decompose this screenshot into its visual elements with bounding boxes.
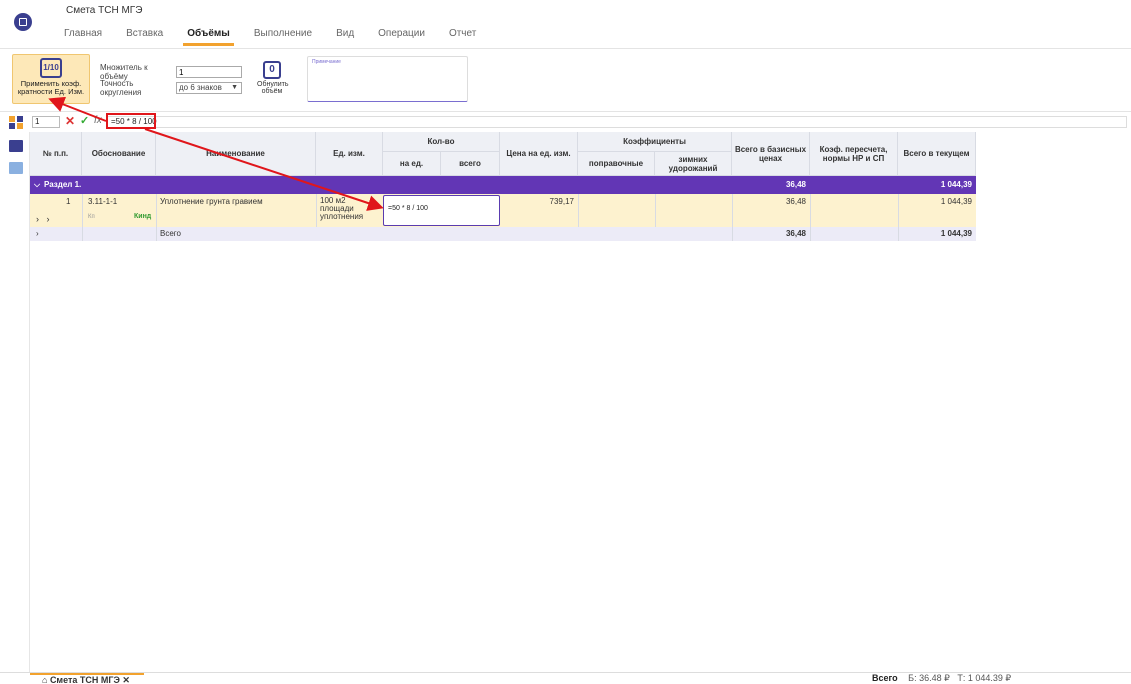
row-number: 1 [66,197,71,206]
close-icon[interactable]: ✕ [120,675,130,684]
header-coef-winter[interactable]: зимних удорожаний [655,152,732,176]
ribbon-panel: 1/10 Применить коэф. кратности Ед. Изм. … [0,48,1131,112]
row-unit: 100 м2 площади уплотнения [320,196,364,221]
header-base-total[interactable]: Всего в базисных ценах [732,132,810,176]
confirm-icon[interactable]: ✓ [80,114,89,127]
cancel-icon[interactable]: ✕ [65,114,75,128]
section-current-total: 1 044,39 [940,180,972,189]
header-current-total[interactable]: Всего в текущем [898,132,976,176]
chevron-down-icon[interactable]: ⌵ [34,176,40,194]
header-coef-correction[interactable]: поправочные [578,152,655,176]
formula-bar: 1 ✕ ✓ fx =50 * 8 / 100 [0,114,1131,130]
estimate-structure-icon[interactable] [9,140,23,152]
apply-unit-coef-button[interactable]: 1/10 Применить коэф. кратности Ед. Изм. [12,54,90,104]
fx-icon[interactable]: fx [94,115,102,126]
header-name[interactable]: Наименование [156,132,316,176]
tab-execution[interactable]: Выполнение [246,22,320,46]
header-recalc-coef[interactable]: Коэф. пересчета, нормы НР и СП [810,132,898,176]
row-price: 739,17 [549,197,574,206]
apply-unit-coef-label: Применить коэф. кратности Ед. Изм. [17,79,85,96]
reset-volume-button[interactable]: 0 Обнулить объём [257,61,289,101]
tab-insert[interactable]: Вставка [118,22,171,46]
table-view-icon[interactable] [9,162,23,174]
total-current: 1 044,39 [940,229,972,238]
multiplier-input[interactable] [176,66,242,78]
total-base: 36,48 [785,229,806,238]
tab-view[interactable]: Вид [328,22,362,46]
home-icon: ⌂ [42,675,50,684]
zero-icon: 0 [263,61,281,79]
kn-badge: Кп [88,214,95,220]
tab-volumes[interactable]: Объёмы [179,22,238,46]
qty-cell-editor[interactable]: =50 * 8 / 100 [383,195,500,226]
total-label: Всего [160,229,181,238]
status-bar: ⌂ Смета ТСН МГЭ ✕ Всего Б: 36.48 ₽ Т: 1 … [0,672,1131,684]
header-qty-total[interactable]: всего [441,152,500,176]
header-qty[interactable]: Кол-во [383,132,500,152]
section-row[interactable]: ⌵ Раздел 1. 36,48 1 044,39 [30,176,976,194]
row-name: Уплотнение грунта гравием [160,197,263,206]
formula-input[interactable]: =50 * 8 / 100 [107,116,1127,128]
ribbon-tabs: Главная Вставка Объёмы Выполнение Вид Оп… [56,22,492,46]
row-current-total: 1 044,39 [940,197,972,206]
tab-home[interactable]: Главная [56,22,110,46]
expand-chevron-icon[interactable]: › › [36,214,50,224]
header-basis[interactable]: Обоснование [82,132,156,176]
rounding-row: Точность округления до 6 знаков ▼ [100,79,242,97]
chevron-down-icon: ▼ [231,84,238,91]
section-base-total: 36,48 [785,180,806,189]
header-num[interactable]: № п.п. [30,132,82,176]
header-price[interactable]: Цена на ед. изм. [500,132,578,176]
section-label: Раздел 1. [44,180,82,189]
reset-volume-label: Обнулить объём [257,81,289,95]
status-current-total: Т: 1 044.39 ₽ [957,673,1012,683]
cell-reference[interactable]: 1 [32,116,60,128]
status-label: Всего [872,673,898,683]
document-tab-label: Смета ТСН МГЭ [49,675,120,684]
left-toolbar [0,132,30,672]
rounding-label: Точность округления [100,79,142,97]
rounding-value: до 6 знаков [179,83,222,92]
formula-highlight-box [106,113,156,129]
rounding-select[interactable]: до 6 знаков ▼ [176,82,242,94]
tab-report[interactable]: Отчет [441,22,484,46]
status-totals: Всего Б: 36.48 ₽ Т: 1 044.39 ₽ [872,673,1011,684]
row-base-total: 36,48 [785,197,806,206]
document-tab[interactable]: ⌂ Смета ТСН МГЭ ✕ [30,673,144,684]
row-code: 3.11-1-1 [88,197,118,206]
title-bar: Смета ТСН МГЭ Главная Вставка Объёмы Вып… [0,0,1131,48]
grid-tools-icon[interactable] [9,116,23,129]
note-field[interactable]: Примечание [307,56,468,102]
expand-chevron-icon[interactable]: › [36,229,39,238]
tab-operations[interactable]: Операции [370,22,433,46]
total-row[interactable]: › Всего 36,48 1 044,39 [30,227,976,241]
header-qty-per-unit[interactable]: на ед. [383,152,441,176]
estimate-table: № п.п. Обоснование Наименование Ед. изм.… [30,132,1127,672]
table-row[interactable]: 1 › › 3.11-1-1 Кп Кинд Уплотнение грунта… [30,194,976,227]
note-label: Примечание [312,59,341,65]
fraction-icon: 1/10 [40,58,62,78]
status-base-total: Б: 36.48 ₽ [908,673,950,683]
kind-badge: Кинд [134,213,152,220]
header-coefficients[interactable]: Коэффициенты [578,132,732,152]
header-unit[interactable]: Ед. изм. [316,132,383,176]
app-title: Смета ТСН МГЭ [66,5,143,16]
app-logo-icon[interactable] [14,13,32,31]
